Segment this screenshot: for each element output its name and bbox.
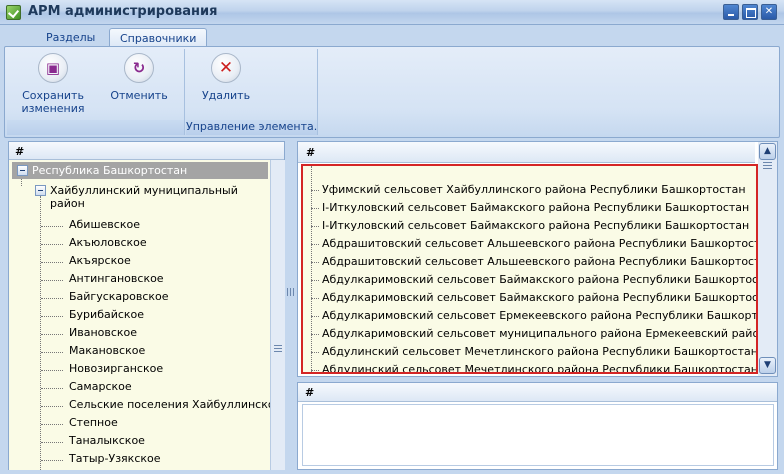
minimize-button[interactable] <box>723 4 739 20</box>
details-area <box>302 404 774 466</box>
list-item[interactable]: Абдрашитовский сельсовет Альшеевского ра… <box>303 253 756 271</box>
close-button[interactable]: ✕ <box>761 4 777 20</box>
ribbon-tabs: Разделы Справочники <box>0 25 784 48</box>
tree-leaf-item[interactable]: Акъярское <box>41 254 131 272</box>
window-title: АРМ администрирования <box>28 4 218 19</box>
maximize-button[interactable] <box>742 4 758 20</box>
tree-leaf-item[interactable]: Абишевское <box>41 218 140 236</box>
refresh-icon: ↻ <box>124 53 154 83</box>
list-scrollbar[interactable]: ▲ ▼ <box>758 142 777 376</box>
collapse-icon[interactable] <box>17 165 28 176</box>
tree-leaf-item[interactable]: Самарское <box>41 380 132 398</box>
list-column-header: # <box>298 142 755 163</box>
group-label-element-management: Управление элемента... <box>186 120 317 135</box>
save-label-line1: Сохранить <box>22 89 84 102</box>
tree-leaf-item[interactable]: Ивановское <box>41 326 137 344</box>
ribbon-panel: ▣ Сохранить изменения ↻ Отменить ✕ Удали… <box>4 46 780 138</box>
list-item[interactable]: Абдулинский сельсовет Мечетлинского райо… <box>303 343 756 361</box>
tree-leaf-item[interactable]: Сельские поселения Хайбуллинског... <box>41 398 270 416</box>
elements-list: Уфимский сельсовет Хайбуллинского района… <box>301 164 758 374</box>
tree-leaf-item[interactable]: Новозирганское <box>41 362 163 380</box>
collapse-icon[interactable] <box>35 185 46 196</box>
tree-leaf-item[interactable]: Акъюловское <box>41 236 147 254</box>
tree-root-item[interactable]: Республика Башкортостан <box>12 162 268 179</box>
tree-leaf-item[interactable]: Таналыкское <box>41 434 145 452</box>
save-label-line2: изменения <box>21 102 85 115</box>
ribbon-group-edit: ▣ Сохранить изменения ↻ Отменить <box>7 49 185 135</box>
title-bar: АРМ администрирования ✕ <box>0 0 784 25</box>
panel-splitter[interactable] <box>287 141 295 470</box>
list-item[interactable]: Абдулинский сельсовет Мечетлинского райо… <box>303 361 756 372</box>
delete-x-icon: ✕ <box>211 53 241 83</box>
list-item[interactable]: I-Иткуловский сельсовет Баймакского райо… <box>303 217 756 235</box>
app-check-icon <box>6 5 21 20</box>
save-changes-button[interactable]: ▣ Сохранить изменения <box>15 53 91 115</box>
tree-scrollbar[interactable] <box>270 160 285 470</box>
list-item[interactable]: Абдулкаримовский сельсовет Баймакского р… <box>303 289 756 307</box>
tree-leaf-item[interactable]: Бурибайское <box>41 308 144 326</box>
tree-leaf-item[interactable]: Татыр-Узякское <box>41 452 161 470</box>
details-column-header: # <box>298 383 777 402</box>
cancel-button[interactable]: ↻ Отменить <box>101 53 177 102</box>
ribbon-group-element-management: ✕ Удалить Управление элемента... <box>186 49 318 135</box>
tree-view: Республика Башкортостан Хайбуллинский му… <box>9 160 270 470</box>
tree-node-district[interactable]: Хайбуллинский муниципальный район <box>33 181 270 210</box>
tree-root-label: Республика Башкортостан <box>32 164 188 177</box>
scroll-down-button[interactable]: ▼ <box>759 357 776 374</box>
elements-list-panel: # Уфимский сельсовет Хайбуллинского райо… <box>297 141 778 377</box>
tree-column-header: # <box>9 142 284 160</box>
save-icon: ▣ <box>38 53 68 83</box>
delete-label: Удалить <box>201 89 251 102</box>
tab-references[interactable]: Справочники <box>109 28 208 48</box>
tree-leaf-item[interactable]: Антингановское <box>41 272 164 290</box>
list-item[interactable]: Уфимский сельсовет Хайбуллинского района… <box>303 181 756 199</box>
list-item[interactable]: Абдрашитовский сельсовет Альшеевского ра… <box>303 235 756 253</box>
tree-node-label: Хайбуллинский муниципальный район <box>50 184 238 210</box>
list-item[interactable]: Абдулкаримовский сельсовет муниципальног… <box>303 325 756 343</box>
list-item[interactable]: Абдулкаримовский сельсовет Баймакского р… <box>303 271 756 289</box>
list-item[interactable]: Абдулкаримовский сельсовет Ермекеевского… <box>303 307 756 325</box>
tree-panel: # Республика Башкортостан Хайбуллинский … <box>8 141 285 470</box>
details-panel: # <box>297 382 778 470</box>
tab-sections[interactable]: Разделы <box>36 28 105 47</box>
tree-leaf-item[interactable]: Байгускаровское <box>41 290 169 308</box>
tree-leaf-item[interactable]: Макановское <box>41 344 145 362</box>
list-item[interactable]: I-Иткуловский сельсовет Баймакского райо… <box>303 199 756 217</box>
tree-leaf-item[interactable]: Степное <box>41 416 118 434</box>
delete-button[interactable]: ✕ Удалить <box>196 53 256 102</box>
group-label-edit <box>7 120 184 135</box>
scroll-up-button[interactable]: ▲ <box>759 143 776 160</box>
cancel-label: Отменить <box>110 89 168 102</box>
